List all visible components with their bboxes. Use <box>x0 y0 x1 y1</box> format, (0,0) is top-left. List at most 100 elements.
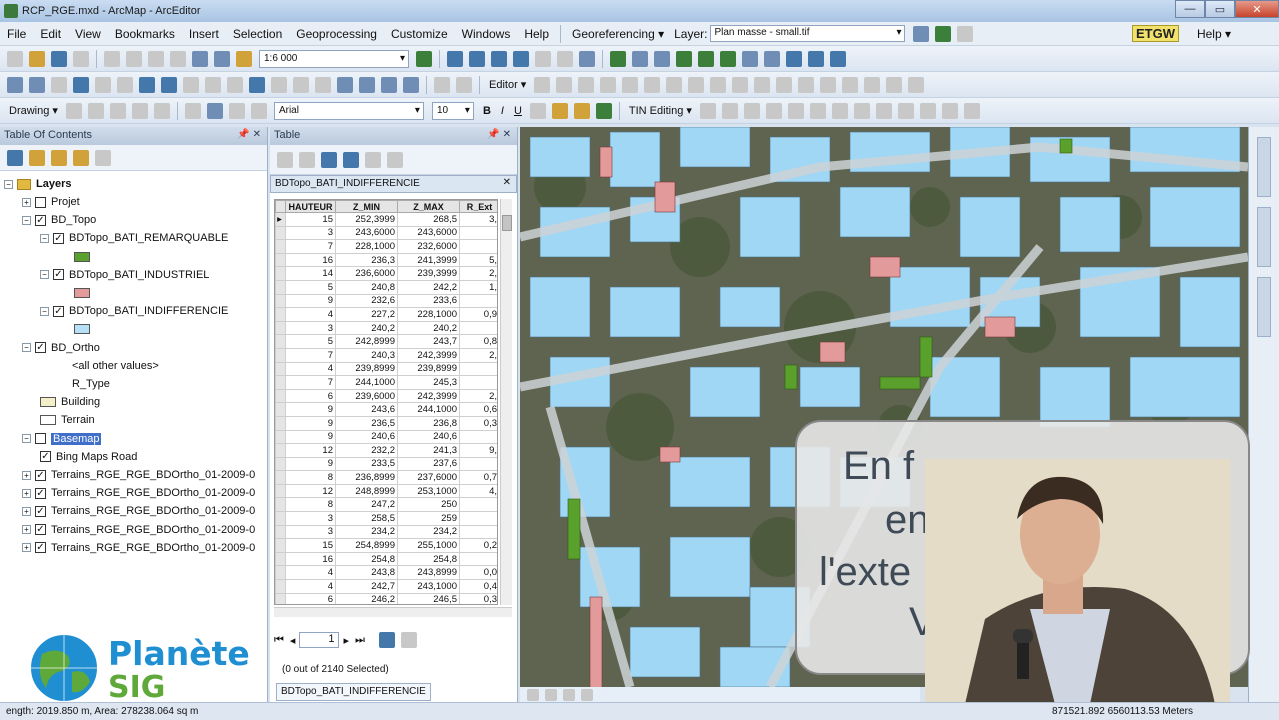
table-cell[interactable]: 244,1000 <box>397 402 460 417</box>
table-row[interactable]: 8 236,8999 237,6000 0,7 <box>275 470 497 485</box>
table-cell[interactable]: 240,3 <box>335 347 398 363</box>
etgw-logo[interactable]: ETGW <box>1132 25 1179 42</box>
catalog-icon[interactable] <box>469 50 485 67</box>
row-selector[interactable] <box>275 293 286 309</box>
row-selector[interactable] <box>275 375 286 390</box>
toc-layer-row[interactable]: <all other values> <box>72 357 159 375</box>
delete-selected-icon[interactable] <box>387 151 403 168</box>
undo-icon[interactable] <box>192 50 208 67</box>
layer-visibility-checkbox[interactable] <box>35 196 46 208</box>
row-selector[interactable] <box>275 225 286 241</box>
rectangle-icon[interactable] <box>131 102 148 119</box>
table-cell[interactable]: 241,3999 <box>397 252 460 268</box>
table-cell[interactable]: 243,1000 <box>397 579 460 594</box>
table-cell[interactable]: 0,8 <box>459 334 497 349</box>
control-points-icon[interactable] <box>935 25 952 42</box>
toc-layer-row[interactable]: + Projet <box>22 193 80 211</box>
clear-selection-table-icon[interactable] <box>365 151 381 168</box>
select-elements-icon[interactable] <box>227 76 243 93</box>
table-cell[interactable]: 14 <box>285 266 336 281</box>
table-row[interactable]: 5 240,8 242,2 1, <box>275 279 497 295</box>
table-row[interactable]: 16 254,8 254,8 <box>275 551 497 567</box>
help-dropdown[interactable]: Help ▾ <box>1197 27 1231 41</box>
endpoint-arc-icon[interactable] <box>600 76 617 93</box>
hyperlink-icon[interactable] <box>271 76 287 93</box>
table-options-icon[interactable] <box>277 151 293 168</box>
last-record-button[interactable]: ⏭ <box>355 634 365 647</box>
row-selector[interactable] <box>275 388 286 404</box>
table-row[interactable]: 4 243,8 243,8999 0,0 <box>275 565 497 581</box>
table-bottom-tab[interactable]: BDTopo_BATI_INDIFFERENCIE <box>276 683 431 701</box>
table-cell[interactable]: 253,1000 <box>397 483 460 499</box>
validate-icon[interactable] <box>610 50 626 67</box>
row-selector[interactable]: ▸ <box>275 212 286 227</box>
toc-layer-row[interactable]: + ✓ Terrains_RGE_RGE_BDOrtho_01-2009-0 <box>22 539 255 557</box>
tin-tool-icon-2[interactable] <box>721 102 738 119</box>
table-cell[interactable]: 5, <box>459 252 497 268</box>
tin-tool-icon-1[interactable] <box>699 102 716 119</box>
text-icon[interactable] <box>153 102 170 119</box>
toc-layer-row[interactable]: + ✓ Terrains_RGE_RGE_BDOrtho_01-2009-0 <box>22 521 255 539</box>
georef-layer-select[interactable]: Plan masse - small.tif <box>710 25 906 42</box>
table-row[interactable]: 6 239,6000 242,3999 2, <box>275 388 497 404</box>
table-cell[interactable] <box>459 375 497 390</box>
topology-icon-1[interactable] <box>676 50 692 67</box>
menu-view[interactable]: View <box>68 27 108 41</box>
row-selector[interactable] <box>275 429 286 445</box>
row-selector[interactable] <box>275 252 286 268</box>
forward-extent-icon[interactable] <box>161 76 177 93</box>
menu-insert[interactable]: Insert <box>182 27 226 41</box>
table-layer-tab[interactable]: BDTopo_BATI_INDIFFERENCIE ✕ <box>270 175 517 193</box>
table-cell[interactable]: 240,6 <box>335 429 398 445</box>
toc-layer-row[interactable]: − ✓ BDTopo_BATI_REMARQUABLE <box>40 229 228 247</box>
search-dock-tab[interactable] <box>1257 207 1271 267</box>
table-cell[interactable]: 0,2 <box>459 538 497 553</box>
tin-tool-icon-8[interactable] <box>853 102 870 119</box>
table-cell[interactable]: 239,8999 <box>335 361 398 377</box>
previous-record-button[interactable]: ◂ <box>290 634 296 647</box>
table-row[interactable]: 7 244,1000 245,3 <box>275 375 497 390</box>
copy-icon[interactable] <box>126 50 142 67</box>
table-cell[interactable]: 228,1000 <box>335 239 398 254</box>
table-cell[interactable]: 2, <box>459 347 497 363</box>
layer-visibility-checkbox[interactable]: ✓ <box>53 232 64 244</box>
select-by-attributes-icon[interactable] <box>321 151 337 168</box>
minimize-button[interactable]: — <box>1175 0 1205 18</box>
table-cell[interactable]: 234,2 <box>335 524 398 540</box>
tin-tool-icon-5[interactable] <box>787 102 804 119</box>
table-cell[interactable]: 4 <box>285 565 336 581</box>
table-pin-close[interactable]: 📌 ✕ <box>487 129 511 140</box>
table-vertical-scrollbar[interactable] <box>500 199 512 605</box>
table-cell[interactable]: 8 <box>285 497 336 513</box>
maximize-button[interactable]: ▭ <box>1205 0 1235 18</box>
table-cell[interactable]: 9 <box>285 429 336 445</box>
table-cell[interactable] <box>459 320 497 336</box>
table-cell[interactable]: 1, <box>459 279 497 295</box>
table-cell[interactable]: 4 <box>285 361 336 377</box>
expand-toggle[interactable]: + <box>22 506 31 516</box>
table-cell[interactable]: 228,1000 <box>397 307 460 322</box>
table-cell[interactable]: 240,2 <box>335 320 398 336</box>
table-cell[interactable]: 237,6000 <box>397 470 460 485</box>
table-cell[interactable]: 9 <box>285 402 336 417</box>
redo-icon[interactable] <box>214 50 230 67</box>
fixed-zoom-in-icon[interactable] <box>95 76 111 93</box>
edit-vertices-icon[interactable] <box>666 76 683 93</box>
select-elements-pointer-icon[interactable] <box>65 102 82 119</box>
table-of-contents-icon[interactable] <box>447 50 463 67</box>
clear-selection-icon[interactable] <box>205 76 221 93</box>
table-cell[interactable] <box>459 429 497 445</box>
table-cell[interactable]: 3 <box>285 320 336 336</box>
line-color-icon[interactable] <box>573 102 590 119</box>
table-horizontal-scrollbar[interactable] <box>274 607 512 617</box>
fixed-zoom-out-icon[interactable] <box>117 76 133 93</box>
toc-layer-row[interactable]: ✓ Bing Maps Road <box>40 448 137 466</box>
table-row[interactable]: 16 236,3 241,3999 5, <box>275 252 497 268</box>
fill-color-icon[interactable] <box>551 102 568 119</box>
table-cell[interactable]: 236,8 <box>397 415 460 431</box>
layer-visibility-checkbox[interactable]: ✓ <box>53 269 64 281</box>
table-cell[interactable]: 242,8999 <box>335 334 398 349</box>
tin-tool-icon-12[interactable] <box>941 102 958 119</box>
edit-extra-icon-3[interactable] <box>886 76 903 93</box>
table-cell[interactable] <box>459 293 497 309</box>
